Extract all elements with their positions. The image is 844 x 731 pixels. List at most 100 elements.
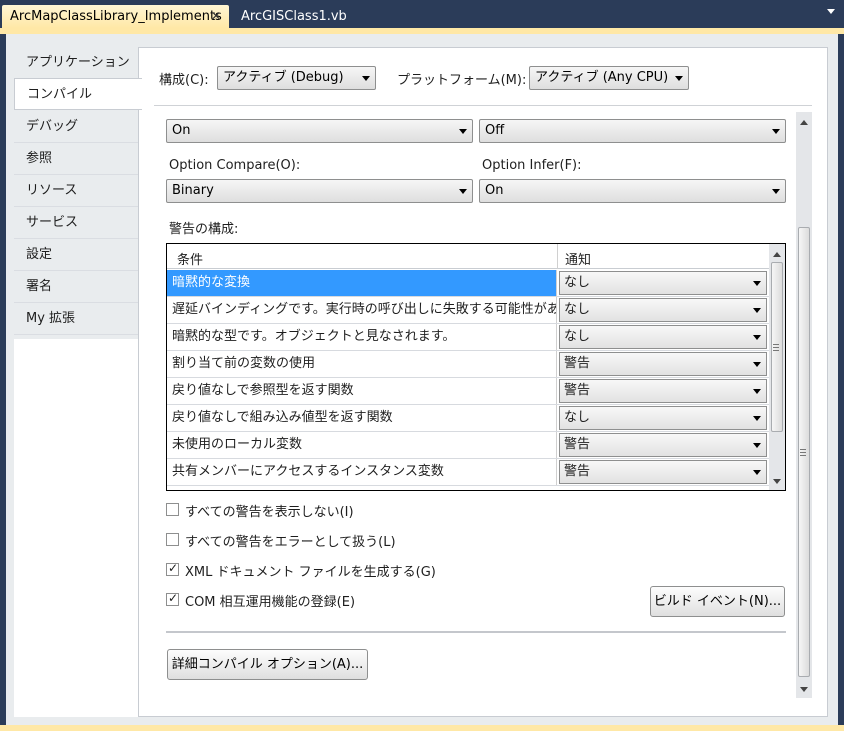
checkbox-box[interactable] — [166, 561, 179, 576]
option-value: Off — [485, 123, 505, 138]
option-explicit-select[interactable]: Off — [479, 119, 786, 143]
checkbox-label: すべての警告をエラーとして扱う(L) — [185, 535, 396, 550]
table-row[interactable]: 暗黙的な型です。オブジェクトと見なされます。 なし — [167, 324, 769, 351]
table-row[interactable]: 共有メンバーにアクセスするインスタンス変数 警告 — [167, 459, 769, 486]
table-row[interactable]: 割り当て前の変数の使用 警告 — [167, 351, 769, 378]
tab-label: ArcGISClass1.vb — [241, 9, 347, 24]
sidebar-item-resources[interactable]: リソース — [14, 175, 138, 207]
tab-arcgis-class1[interactable]: ArcGISClass1.vb — [233, 5, 355, 28]
grid-scrollbar[interactable] — [769, 244, 785, 490]
option-strict-select[interactable]: On — [166, 119, 473, 143]
sidebar-item-signing[interactable]: 署名 — [14, 271, 138, 303]
grip-icon — [800, 452, 806, 453]
platform-value: アクティブ (Any CPU) — [535, 70, 669, 85]
notice-value: なし — [564, 329, 591, 344]
chevron-down-icon — [459, 189, 467, 194]
sidebar: アプリケーション コンパイル デバッグ 参照 リソース サービス 設定 署名 M… — [14, 47, 142, 717]
grip-icon — [773, 347, 779, 348]
toolbar-separator — [154, 105, 812, 106]
scroll-up-icon[interactable] — [800, 120, 808, 125]
condition-cell: 戻り値なしで組み込み値型を返す関数 — [167, 405, 557, 431]
page-scrollbar[interactable] — [796, 112, 812, 698]
section-separator — [166, 631, 786, 633]
notice-value: なし — [564, 410, 591, 425]
notice-select[interactable]: 警告 — [559, 433, 767, 457]
condition-cell: 暗黙的な型です。オブジェクトと見なされます。 — [167, 324, 557, 350]
scroll-down-icon[interactable] — [773, 479, 781, 484]
notice-select[interactable]: 警告 — [559, 460, 767, 484]
close-icon[interactable]: ✕ — [211, 5, 221, 28]
condition-cell: 暗黙的な変換 — [167, 270, 557, 296]
chevron-down-icon — [753, 335, 761, 340]
sidebar-item-references[interactable]: 参照 — [14, 143, 138, 175]
notice-value: 警告 — [564, 383, 591, 398]
checkbox-label: COM 相互運用機能の登録(E) — [185, 595, 356, 610]
grip-icon — [773, 344, 779, 345]
notice-select[interactable]: 警告 — [559, 352, 767, 376]
chevron-down-icon — [362, 76, 370, 81]
tab-label: ArcMapClassLibrary_Implements — [10, 9, 222, 24]
condition-cell: 戻り値なしで参照型を返す関数 — [167, 378, 557, 404]
option-value: Binary — [172, 183, 214, 198]
scroll-up-icon[interactable] — [773, 252, 781, 257]
notice-select[interactable]: なし — [559, 406, 767, 430]
sidebar-item-my-extensions[interactable]: My 拡張 — [14, 303, 138, 335]
checkbox-label: XML ドキュメント ファイルを生成する(G) — [185, 565, 436, 580]
table-row[interactable]: 戻り値なしで組み込み値型を返す関数 なし — [167, 405, 769, 432]
table-row[interactable]: 遅延バインディングです。実行時の呼び出しに失敗する可能性があ... なし — [167, 297, 769, 324]
option-value: On — [172, 123, 191, 138]
build-events-button[interactable]: ビルド イベント(N)... — [650, 586, 785, 617]
sidebar-item-debug[interactable]: デバッグ — [14, 111, 138, 143]
chevron-down-icon — [753, 308, 761, 313]
config-select[interactable]: アクティブ (Debug) — [217, 66, 376, 90]
scroll-down-icon[interactable] — [800, 687, 808, 692]
grid-header: 条件 通知 — [167, 244, 769, 269]
chevron-down-icon — [753, 362, 761, 367]
tab-arcmap-class-library[interactable]: ArcMapClassLibrary_Implements ✕ — [2, 5, 229, 28]
notice-select[interactable]: なし — [559, 325, 767, 349]
notice-value: 警告 — [564, 356, 591, 371]
config-value: アクティブ (Debug) — [223, 70, 344, 85]
option-infer-select[interactable]: On — [479, 179, 786, 203]
notice-value: なし — [564, 275, 591, 290]
checkbox-box[interactable] — [166, 591, 179, 606]
chevron-down-icon[interactable] — [827, 9, 835, 14]
sidebar-item-application[interactable]: アプリケーション — [14, 47, 138, 79]
column-header-notice[interactable]: 通知 — [565, 249, 591, 268]
condition-cell: 未使用のローカル変数 — [167, 432, 557, 458]
notice-value: なし — [564, 302, 591, 317]
grip-icon — [773, 350, 779, 351]
table-row[interactable]: 暗黙的な変換 なし — [167, 270, 769, 297]
platform-label: プラットフォーム(M): — [397, 73, 527, 88]
checkbox-label: すべての警告を表示しない(I) — [185, 505, 354, 520]
grip-icon — [800, 455, 806, 456]
option-compare-select[interactable]: Binary — [166, 179, 473, 203]
config-label: 構成(C): — [159, 73, 209, 88]
chevron-down-icon — [753, 281, 761, 286]
option-compare-label: Option Compare(O): — [169, 158, 301, 173]
frame-bottom-border — [0, 725, 844, 731]
notice-select[interactable]: なし — [559, 298, 767, 322]
chevron-down-icon — [675, 76, 683, 81]
condition-cell: 割り当て前の変数の使用 — [167, 351, 557, 377]
checkbox-box[interactable] — [166, 533, 179, 546]
table-row[interactable]: 戻り値なしで参照型を返す関数 警告 — [167, 378, 769, 405]
notice-value: 警告 — [564, 464, 591, 479]
option-infer-label: Option Infer(F): — [482, 158, 582, 173]
notice-select[interactable]: なし — [559, 271, 767, 295]
chevron-down-icon — [753, 389, 761, 394]
option-value: On — [485, 183, 504, 198]
sidebar-item-compile[interactable]: コンパイル — [14, 78, 142, 110]
chevron-down-icon — [772, 189, 780, 194]
checkbox-box[interactable] — [166, 503, 179, 516]
column-header-condition[interactable]: 条件 — [177, 249, 203, 268]
sidebar-item-services[interactable]: サービス — [14, 207, 138, 239]
advanced-compile-options-button[interactable]: 詳細コンパイル オプション(A)... — [167, 649, 368, 680]
chevron-down-icon — [753, 416, 761, 421]
sidebar-item-settings[interactable]: 設定 — [14, 239, 138, 271]
chevron-down-icon — [459, 129, 467, 134]
notice-value: 警告 — [564, 437, 591, 452]
notice-select[interactable]: 警告 — [559, 379, 767, 403]
table-row[interactable]: 未使用のローカル変数 警告 — [167, 432, 769, 459]
platform-select[interactable]: アクティブ (Any CPU) — [529, 66, 689, 90]
